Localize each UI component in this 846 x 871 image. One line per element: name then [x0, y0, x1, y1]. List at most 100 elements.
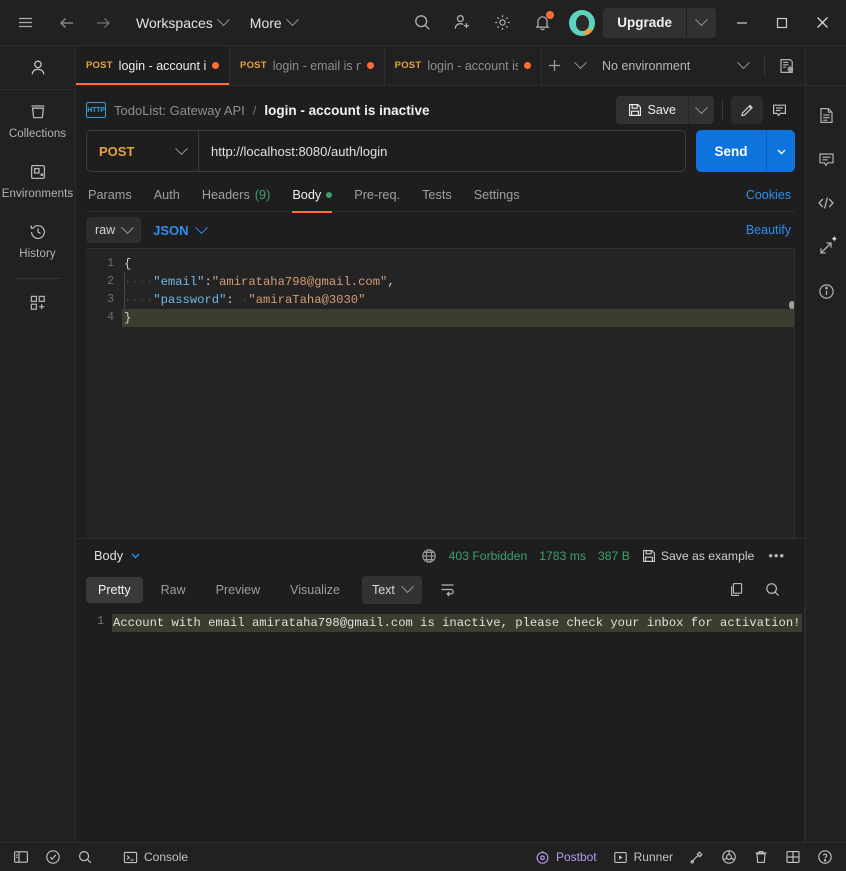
save-as-example-button[interactable]: Save as example: [642, 549, 754, 563]
cookies-icon[interactable]: [682, 846, 712, 868]
code-icon[interactable]: [811, 188, 841, 218]
breadcrumb-collection[interactable]: TodoList: Gateway API: [114, 103, 245, 118]
tab-label: login - account is ac: [427, 58, 517, 73]
tab-method: POST: [240, 60, 267, 71]
page-title[interactable]: login - account is inactive: [264, 103, 429, 118]
tab-label: Pre-req.: [354, 187, 401, 202]
editor-code[interactable]: { ····"email":"amirataha798@gmail.com", …: [122, 249, 795, 538]
code-line: {: [124, 257, 132, 271]
tab-auth[interactable]: Auth: [143, 178, 191, 212]
environment-selector[interactable]: No environment: [594, 52, 756, 80]
comment-icon[interactable]: [811, 144, 841, 174]
pencil-icon[interactable]: [731, 96, 763, 124]
request-tab-1[interactable]: POST login - email is not f: [230, 46, 385, 85]
sparkle-icon: ✦: [830, 234, 838, 244]
search-icon[interactable]: [407, 8, 437, 38]
response-body-selector[interactable]: Body: [90, 548, 145, 563]
globe-icon[interactable]: [421, 548, 437, 564]
response-code[interactable]: Account with email amirataha798@gmail.co…: [112, 607, 805, 843]
beautify-button[interactable]: Beautify: [746, 223, 795, 237]
trash-icon[interactable]: [746, 846, 776, 868]
invite-user-icon[interactable]: [447, 8, 477, 38]
copy-icon[interactable]: [723, 576, 749, 604]
comment-icon[interactable]: [763, 96, 795, 124]
layout-icon[interactable]: [778, 846, 808, 868]
response-tab-pretty[interactable]: Pretty: [86, 576, 143, 603]
fork-icon[interactable]: ✦: [811, 232, 841, 262]
url-input[interactable]: http://localhost:8080/auth/login: [199, 131, 685, 171]
sidebar-item-environments[interactable]: Environments: [0, 150, 75, 210]
tab-params[interactable]: Params: [86, 178, 143, 212]
floppy-disk-icon: [628, 104, 641, 116]
runner-button[interactable]: Runner: [606, 846, 680, 868]
status-bar: Console Postbot Runner: [0, 842, 846, 871]
sidebar-toggle-icon[interactable]: [6, 846, 36, 868]
response-format-selector[interactable]: Text: [361, 575, 422, 604]
search-icon[interactable]: [759, 576, 785, 604]
window-maximize-button[interactable]: [762, 5, 802, 41]
tab-body[interactable]: Body: [281, 178, 343, 213]
body-format-selector[interactable]: JSON: [153, 220, 208, 238]
info-icon[interactable]: [811, 276, 841, 306]
status-badge[interactable]: 403 Forbidden: [449, 549, 528, 563]
console-button[interactable]: Console: [116, 846, 195, 868]
sidebar-profile-button[interactable]: [0, 46, 75, 90]
tab-prerequest[interactable]: Pre-req.: [343, 178, 411, 212]
hamburger-menu-icon[interactable]: [10, 8, 40, 38]
upgrade-button[interactable]: Upgrade: [603, 8, 686, 38]
response-tab-visualize[interactable]: Visualize: [278, 577, 352, 603]
documentation-icon[interactable]: [811, 100, 841, 130]
avatar-inner: [575, 14, 589, 31]
gear-icon[interactable]: [487, 8, 517, 38]
help-circle-icon[interactable]: [810, 846, 840, 868]
sidebar-divider: [14, 278, 61, 279]
vault-icon[interactable]: [714, 846, 744, 868]
workspaces-menu[interactable]: Workspaces: [128, 8, 236, 38]
response-tab-preview[interactable]: Preview: [204, 577, 272, 603]
response-size[interactable]: 387 B: [598, 549, 630, 563]
send-button[interactable]: Send: [696, 130, 766, 172]
nav-back-icon[interactable]: [52, 8, 82, 38]
tab-tests[interactable]: Tests: [411, 178, 463, 212]
tab-headers[interactable]: Headers (9): [191, 178, 281, 212]
find-icon[interactable]: [70, 846, 100, 868]
request-pane: HTTP TodoList: Gateway API / login - acc…: [76, 86, 805, 538]
body-editor[interactable]: 1 2 3 4 { ····"email":"amirataha798@gmai…: [86, 248, 795, 538]
send-options-chevron-down-icon[interactable]: [766, 130, 795, 172]
word-wrap-icon[interactable]: [434, 577, 462, 603]
tab-label: Visualize: [290, 582, 340, 597]
avatar[interactable]: [569, 9, 596, 36]
new-tab-plus-icon[interactable]: [542, 46, 568, 85]
environment-quick-look-icon[interactable]: [773, 52, 801, 80]
sidebar-item-apps[interactable]: [0, 283, 75, 323]
environment-label: No environment: [602, 58, 691, 73]
body-type-selector[interactable]: raw: [86, 217, 142, 243]
request-tab-2[interactable]: POST login - account is ac: [385, 46, 542, 85]
send-group: Send: [696, 130, 795, 172]
response-body-view[interactable]: 1 Account with email amirataha798@gmail.…: [76, 606, 805, 843]
sidebar-item-history[interactable]: History: [0, 210, 75, 270]
postbot-button[interactable]: Postbot: [528, 846, 604, 868]
more-menu[interactable]: More: [242, 8, 305, 38]
cookies-link[interactable]: Cookies: [746, 188, 795, 202]
request-tab-0[interactable]: POST login - account is in: [76, 46, 231, 85]
check-circle-icon[interactable]: [38, 846, 68, 868]
save-button[interactable]: Save: [616, 96, 689, 124]
editor-gutter: 1 2 3 4: [86, 249, 122, 538]
chevron-down-icon: [131, 553, 140, 559]
response-more-ellipsis-icon[interactable]: •••: [766, 548, 787, 563]
tab-settings[interactable]: Settings: [463, 178, 531, 212]
http-method-selector[interactable]: POST: [87, 131, 199, 171]
line-number: 2: [107, 275, 114, 288]
notifications-icon[interactable]: [527, 8, 557, 38]
sidebar-item-collections[interactable]: Collections: [0, 90, 75, 150]
tab-list-chevron-down-icon[interactable]: [568, 46, 594, 85]
divider: [722, 100, 723, 120]
nav-forward-icon[interactable]: [88, 8, 118, 38]
response-time[interactable]: 1783 ms: [539, 549, 586, 563]
upgrade-caret-icon[interactable]: [686, 7, 716, 38]
window-minimize-button[interactable]: [722, 5, 762, 41]
response-tab-raw[interactable]: Raw: [149, 577, 198, 603]
save-options-chevron-down-icon[interactable]: [688, 96, 714, 124]
window-close-button[interactable]: [802, 5, 842, 41]
